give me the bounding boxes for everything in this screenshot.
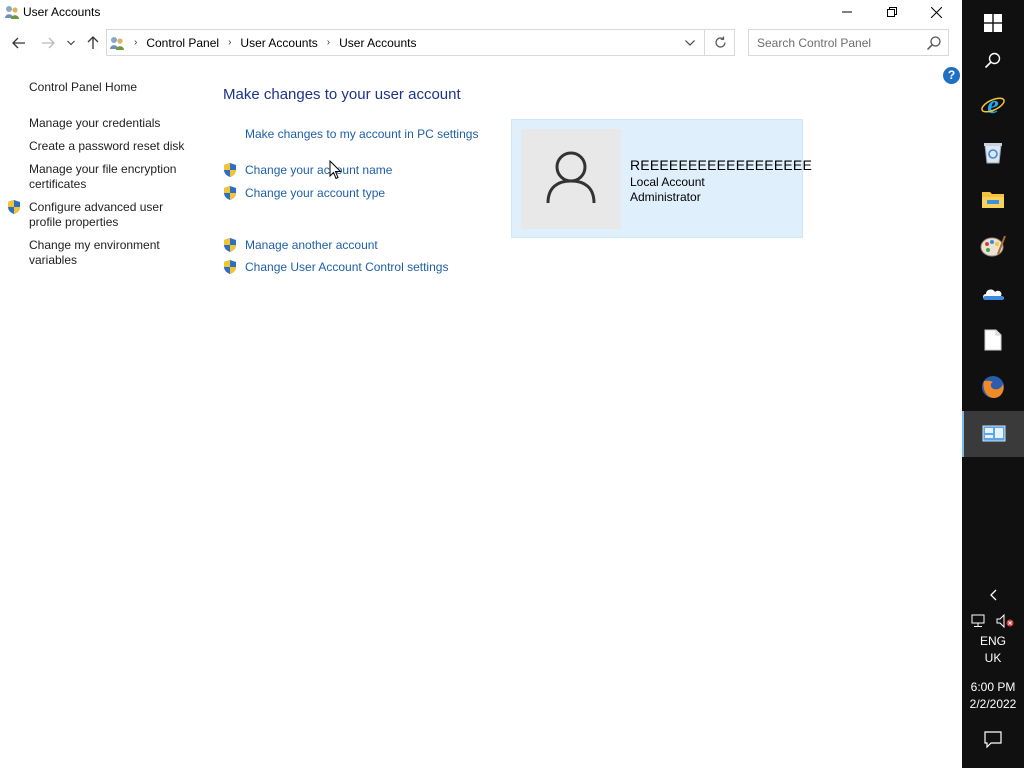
internet-explorer-icon: e [981, 92, 1005, 118]
chevron-right-icon[interactable]: › [134, 37, 137, 48]
onedrive-button[interactable] [962, 270, 1024, 316]
back-button[interactable] [8, 32, 30, 54]
notification-icon [984, 731, 1002, 748]
manage-credentials-link[interactable]: Manage your credentials [29, 116, 189, 131]
svg-text:e: e [987, 92, 999, 118]
cloud-icon [983, 289, 1004, 300]
forward-button[interactable] [37, 32, 59, 54]
close-icon [931, 6, 942, 18]
uac-shield-icon [224, 260, 236, 274]
search-icon[interactable] [926, 35, 942, 51]
forward-arrow-icon [42, 37, 55, 49]
minimize-icon [841, 11, 852, 13]
chevron-down-icon [67, 40, 75, 46]
address-bar[interactable]: › Control Panel › User Accounts › User A… [106, 29, 735, 56]
pc-settings-link[interactable]: Make changes to my account in PC setting… [245, 127, 478, 141]
minimize-button[interactable] [824, 0, 869, 24]
up-arrow-icon [87, 36, 99, 49]
uac-shield-icon [8, 200, 20, 214]
uac-shield-icon [224, 163, 236, 177]
control-panel-icon [982, 425, 1006, 442]
clock-date[interactable]: 2/2/2022 [962, 696, 1024, 712]
recycle-bin-icon [984, 143, 1002, 164]
breadcrumb-user-accounts[interactable]: User Accounts [240, 36, 317, 50]
title-bar[interactable]: User Accounts [0, 0, 962, 24]
environment-variables-link[interactable]: Change my environment variables [29, 238, 189, 268]
change-account-type-link[interactable]: Change your account type [245, 186, 385, 200]
volume-button[interactable] [992, 609, 1018, 633]
control-panel-icon [110, 36, 124, 50]
search-taskbar-button[interactable] [962, 37, 1024, 83]
navigation-bar: › Control Panel › User Accounts › User A… [0, 28, 962, 58]
uac-shield-icon [224, 186, 236, 200]
chevron-left-icon [990, 589, 997, 601]
chevron-down-icon [684, 39, 695, 46]
window-title: User Accounts [23, 5, 101, 19]
close-button[interactable] [914, 0, 959, 24]
page-title: Make changes to your user account [223, 86, 461, 103]
breadcrumb-control-panel[interactable]: Control Panel [146, 36, 219, 50]
taskbar: e ENG UK 6:00 PM 2/2/2022 [962, 0, 1024, 768]
input-region[interactable]: UK [962, 650, 1024, 666]
mouse-cursor-icon [329, 160, 342, 180]
file-explorer-button[interactable] [962, 176, 1024, 222]
account-name: REEEEEEEEEEEEEEEEEE [630, 157, 812, 173]
user-accounts-window: User Accounts › Control Panel › User Acc… [0, 0, 962, 768]
uac-settings-link[interactable]: Change User Account Control settings [245, 260, 448, 274]
restore-button[interactable] [869, 0, 914, 24]
search-box[interactable] [748, 29, 949, 56]
paint-palette-icon [980, 235, 1006, 257]
input-language[interactable]: ENG [962, 633, 1024, 649]
chevron-right-icon[interactable]: › [228, 37, 231, 48]
network-icon [971, 614, 985, 627]
help-button[interactable]: ? [943, 67, 960, 84]
password-reset-disk-link[interactable]: Create a password reset disk [29, 139, 189, 154]
volume-muted-icon [996, 614, 1014, 628]
notepad-button[interactable] [962, 317, 1024, 363]
user-accounts-icon [5, 6, 19, 19]
folder-icon [982, 192, 1004, 208]
advanced-profile-properties-link[interactable]: Configure advanced user profile properti… [29, 200, 189, 230]
internet-explorer-button[interactable]: e [962, 82, 1024, 128]
search-icon [984, 52, 1001, 69]
account-role: Administrator [630, 190, 701, 204]
restore-icon [886, 7, 897, 17]
file-encryption-link[interactable]: Manage your file encryption certificates [29, 162, 189, 192]
action-center-button[interactable] [962, 716, 1024, 762]
document-icon [984, 329, 1002, 351]
up-button[interactable] [82, 32, 104, 54]
search-input[interactable] [749, 30, 927, 55]
windows-logo-icon [984, 14, 1002, 32]
account-type: Local Account [630, 175, 705, 189]
user-icon [546, 151, 596, 204]
recent-locations-button[interactable] [61, 32, 81, 54]
clock-time[interactable]: 6:00 PM [962, 679, 1024, 695]
manage-another-account-link[interactable]: Manage another account [245, 238, 378, 252]
uac-shield-icon [224, 238, 236, 252]
paint-button[interactable] [962, 223, 1024, 269]
breadcrumb-user-accounts-current[interactable]: User Accounts [339, 36, 416, 50]
firefox-button[interactable] [962, 364, 1024, 410]
breadcrumb: › Control Panel › User Accounts › User A… [109, 30, 417, 55]
avatar [521, 129, 621, 229]
refresh-button[interactable] [704, 30, 735, 55]
address-history-button[interactable] [676, 30, 703, 55]
control-panel-home-link[interactable]: Control Panel Home [29, 80, 189, 95]
chevron-right-icon[interactable]: › [327, 37, 330, 48]
firefox-icon [982, 376, 1004, 398]
control-panel-taskbar-button[interactable] [962, 411, 1024, 457]
account-tile: REEEEEEEEEEEEEEEEEE Local Account Admini… [511, 119, 812, 238]
network-button[interactable] [966, 609, 992, 633]
back-arrow-icon [12, 37, 25, 49]
recycle-bin-button[interactable] [962, 129, 1024, 175]
refresh-icon [714, 36, 726, 48]
change-account-name-link[interactable]: Change your account name [245, 163, 392, 177]
